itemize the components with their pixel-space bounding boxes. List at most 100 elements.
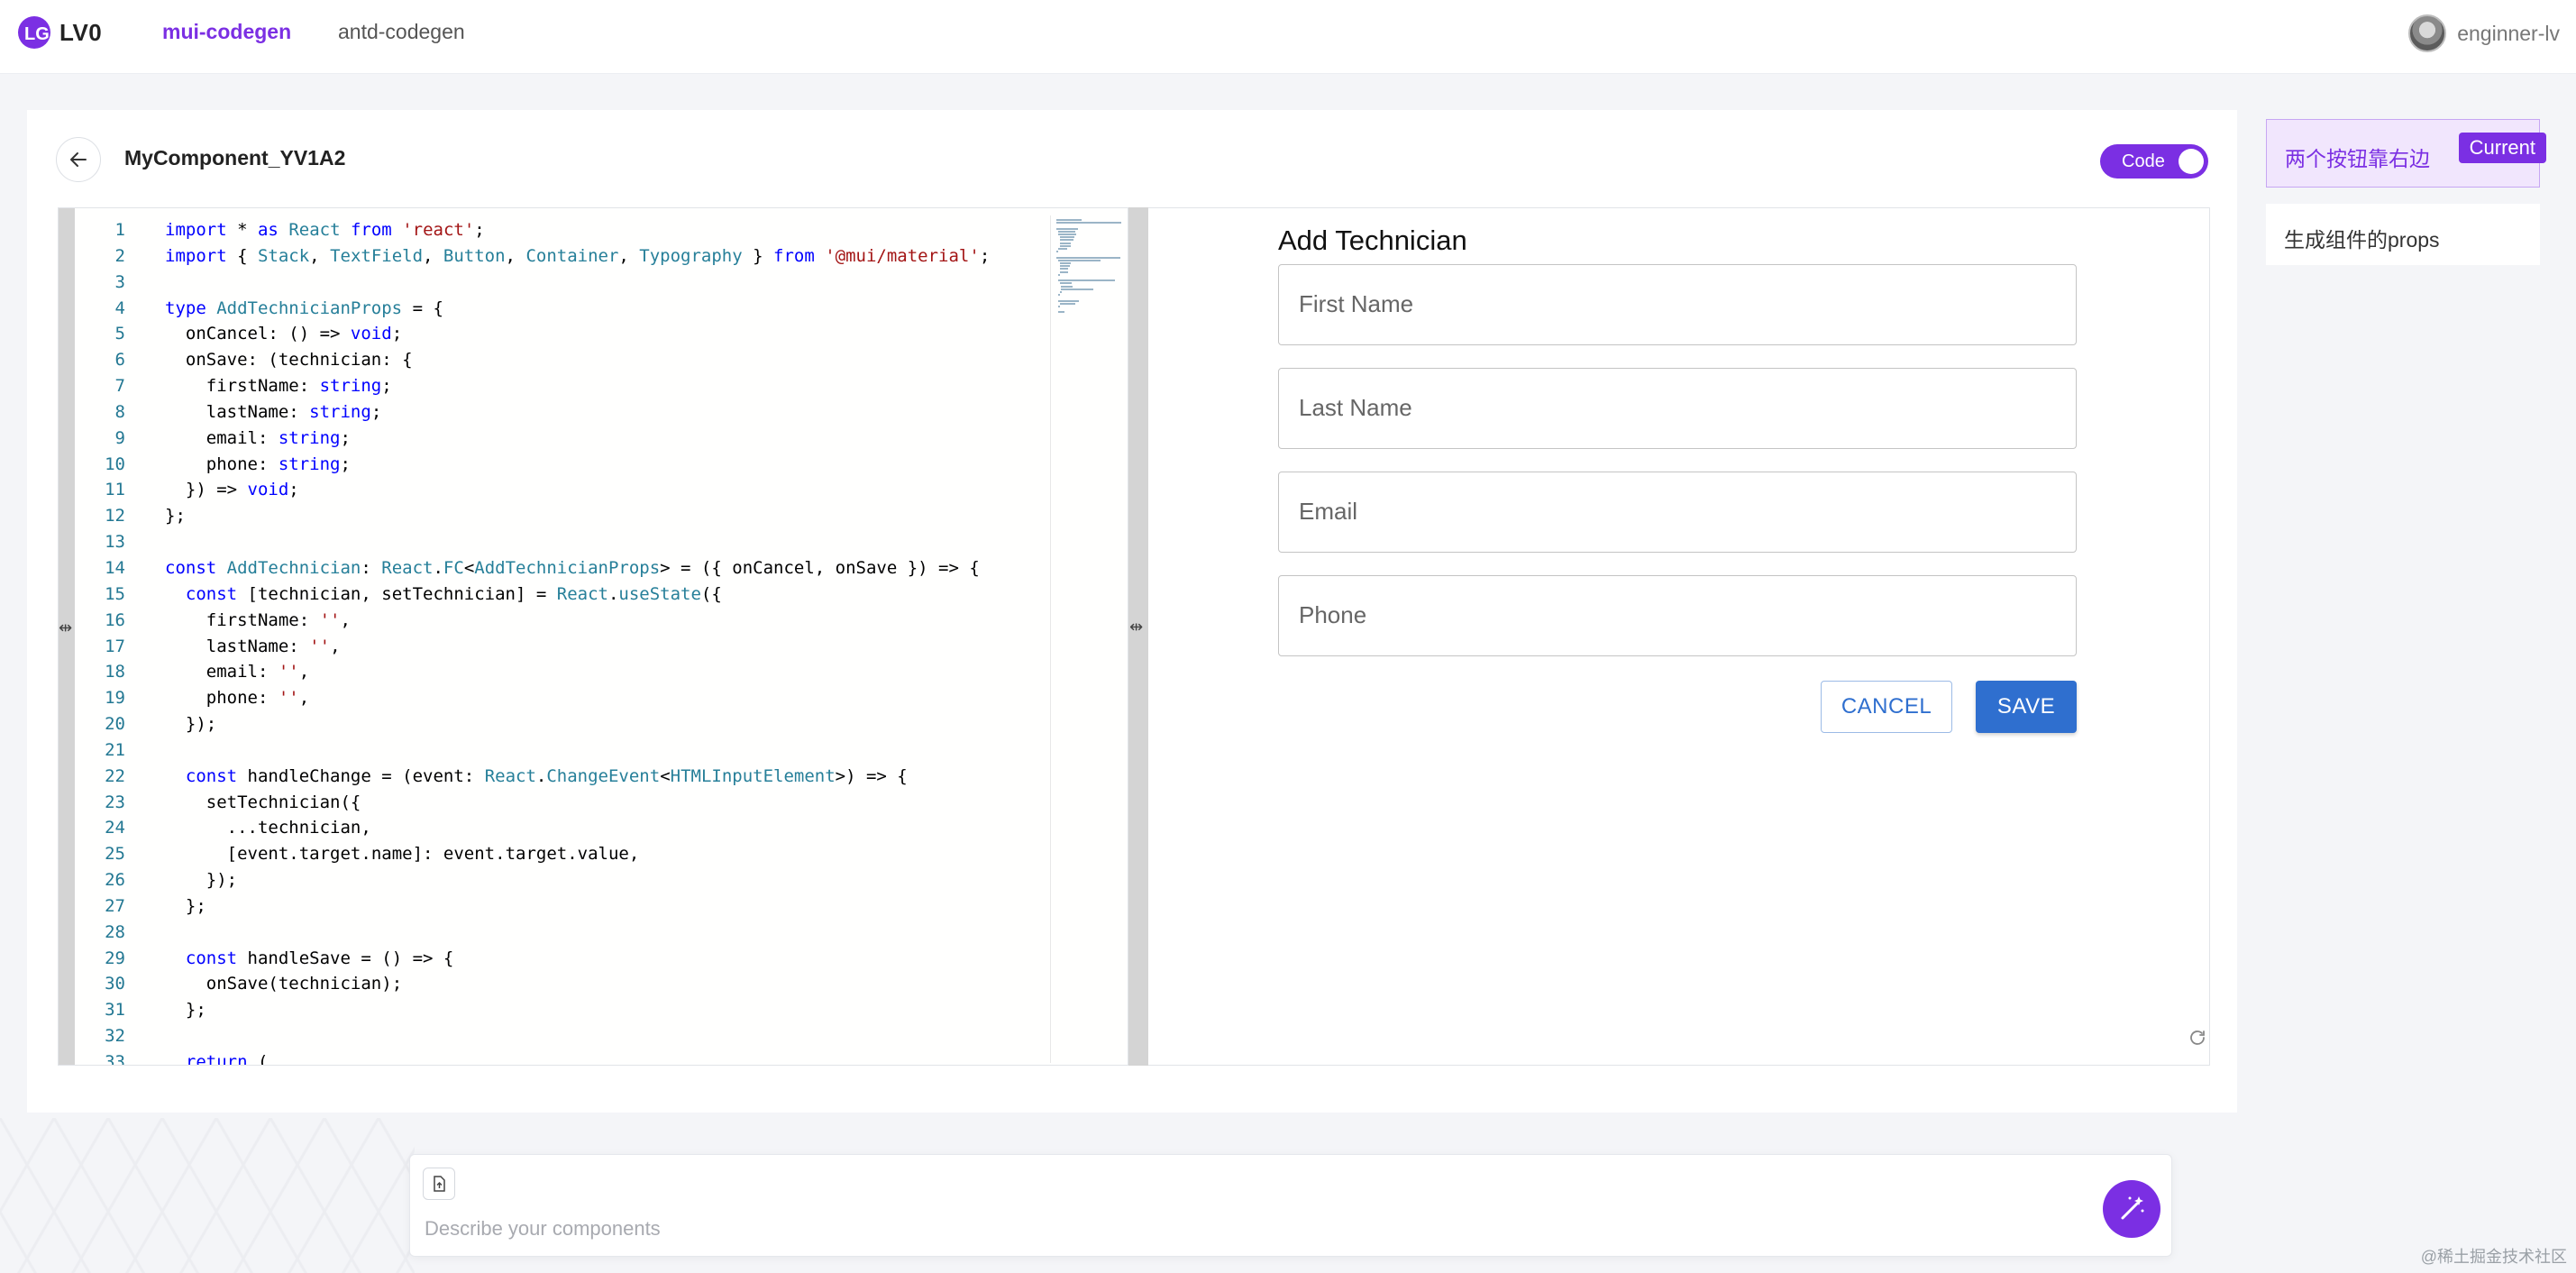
back-button[interactable] <box>56 137 101 182</box>
code-line[interactable]: lastName: '', <box>165 634 1030 660</box>
last-name-field[interactable]: Last Name <box>1278 368 2077 449</box>
attach-file-button[interactable] <box>423 1168 455 1200</box>
code-line[interactable]: onCancel: () => void; <box>165 321 1030 347</box>
line-number: 3 <box>114 271 125 292</box>
minimap-line <box>1056 251 1058 253</box>
code-line[interactable]: phone: '', <box>165 685 1030 711</box>
code-editor[interactable]: ⇹ 1 2 3 4 5 6 7 8 9 10 11 12 13 14 15 16 17 18 19 20 21 22 23 2… <box>58 207 1128 1066</box>
avatar <box>2408 14 2447 52</box>
code-line[interactable]: onSave: (technician: { <box>165 347 1030 373</box>
history-item[interactable]: 生成组件的props <box>2266 204 2540 265</box>
code-toggle[interactable]: Code <box>2100 144 2208 179</box>
code-line[interactable] <box>165 920 1030 946</box>
code-line[interactable]: const [technician, setTechnician] = Reac… <box>165 582 1030 608</box>
code-content[interactable]: import * as React from 'react'; import { … <box>165 208 1030 1065</box>
minimap-line <box>1059 302 1075 305</box>
line-number: 13 <box>105 532 125 553</box>
line-number: 24 <box>105 818 125 838</box>
code-line[interactable]: import * as React from 'react'; <box>165 217 1030 243</box>
minimap-line <box>1057 279 1115 282</box>
prompt-input[interactable] <box>425 1214 2047 1243</box>
code-line[interactable]: type AddTechnicianProps = { <box>165 296 1030 322</box>
minimap-line <box>1059 265 1071 268</box>
line-number: 22 <box>105 765 125 786</box>
code-line[interactable]: ...technician, <box>165 815 1030 841</box>
minimap-line <box>1057 273 1061 276</box>
refresh-icon[interactable] <box>2187 1027 2208 1049</box>
drag-handle-icon[interactable]: ⇹ <box>1129 618 1143 636</box>
code-line[interactable]: onSave(technician); <box>165 971 1030 997</box>
line-number: 7 <box>114 376 125 397</box>
code-line[interactable]: firstName: string; <box>165 373 1030 399</box>
cancel-button[interactable]: CANCEL <box>1821 681 1952 733</box>
editor-minimap[interactable] <box>1050 215 1128 1063</box>
history-item-current[interactable]: 两个按钮靠右边 Current <box>2266 119 2546 188</box>
code-line[interactable] <box>165 1023 1030 1049</box>
code-line[interactable]: }; <box>165 997 1030 1023</box>
code-line[interactable]: setTechnician({ <box>165 790 1030 816</box>
top-nav: LG LV0 mui-codegen antd-codegen enginner… <box>0 0 2576 74</box>
line-number: 5 <box>114 324 125 344</box>
generate-button[interactable] <box>2103 1180 2160 1238</box>
code-line[interactable]: }); <box>165 867 1030 893</box>
minimap-line <box>1059 282 1073 285</box>
code-line[interactable] <box>165 270 1030 296</box>
code-line[interactable]: const handleSave = () => { <box>165 946 1030 972</box>
line-number: 31 <box>105 1000 125 1021</box>
history-item-label: 两个按钮靠右边 <box>2285 147 2430 170</box>
back-arrow-icon <box>70 152 87 167</box>
code-line[interactable]: }; <box>165 893 1030 920</box>
save-button[interactable]: SAVE <box>1976 681 2077 733</box>
nav-item-antd-codegen[interactable]: antd-codegen <box>338 20 465 44</box>
minimap-line <box>1056 222 1121 224</box>
line-number: 8 <box>114 401 125 422</box>
prompt-box <box>409 1154 2172 1257</box>
line-number: 9 <box>114 427 125 448</box>
line-number: 29 <box>105 948 125 968</box>
minimap-line <box>1059 236 1074 239</box>
code-line[interactable]: return ( <box>165 1049 1030 1065</box>
code-line[interactable]: phone: string; <box>165 452 1030 478</box>
code-line[interactable] <box>165 737 1030 764</box>
minimap-line <box>1059 268 1068 270</box>
split-divider[interactable]: ⇹ <box>1128 207 1148 1066</box>
code-line[interactable]: import { Stack, TextField, Button, Conta… <box>165 243 1030 270</box>
line-number: 17 <box>105 636 125 656</box>
minimap-line <box>1059 262 1072 264</box>
minimap-line <box>1057 259 1101 261</box>
minimap-line <box>1056 219 1082 221</box>
phone-field[interactable]: Phone <box>1278 575 2077 656</box>
drag-handle-icon[interactable]: ⇹ <box>59 618 72 637</box>
line-number: 21 <box>105 739 125 760</box>
code-line[interactable]: [event.target.name]: event.target.value, <box>165 841 1030 867</box>
minimap-line <box>1057 299 1080 302</box>
logo-icon: LG <box>18 16 50 49</box>
code-line[interactable]: email: '', <box>165 659 1030 685</box>
first-name-field[interactable]: First Name <box>1278 264 2077 345</box>
code-line[interactable]: const handleChange = (event: React.Chang… <box>165 764 1030 790</box>
file-upload-icon <box>434 1176 445 1192</box>
logo[interactable]: LG LV0 <box>16 14 102 50</box>
code-line[interactable]: }) => void; <box>165 477 1030 503</box>
code-line[interactable]: }; <box>165 503 1030 529</box>
field-label: Email <box>1299 498 1358 525</box>
background-pattern <box>0 1118 415 1273</box>
user-menu[interactable]: enginner-lv <box>2408 14 2560 52</box>
code-line[interactable]: email: string; <box>165 426 1030 452</box>
minimap-line <box>1057 311 1064 314</box>
email-field[interactable]: Email <box>1278 472 2077 553</box>
code-line[interactable] <box>165 529 1030 555</box>
minimap-line <box>1057 248 1067 250</box>
line-number: 33 <box>105 1052 125 1066</box>
nav-item-mui-codegen[interactable]: mui-codegen <box>162 20 291 44</box>
field-label: First Name <box>1299 290 1414 317</box>
code-line[interactable]: firstName: '', <box>165 608 1030 634</box>
preview-pane: Add Technician First Name Last Name Emai… <box>1148 207 2210 1066</box>
code-line[interactable]: }); <box>165 711 1030 737</box>
minimap-line <box>1057 234 1076 235</box>
minimap-line <box>1057 306 1060 307</box>
minimap-line <box>1057 230 1075 233</box>
component-panel: MyComponent_YV1A2 Code ⇹ 1 2 3 4 5 6 7 8 9 10 11 12… <box>27 110 2237 1113</box>
code-line[interactable]: lastName: string; <box>165 399 1030 426</box>
code-line[interactable]: const AddTechnician: React.FC<AddTechnic… <box>165 555 1030 582</box>
